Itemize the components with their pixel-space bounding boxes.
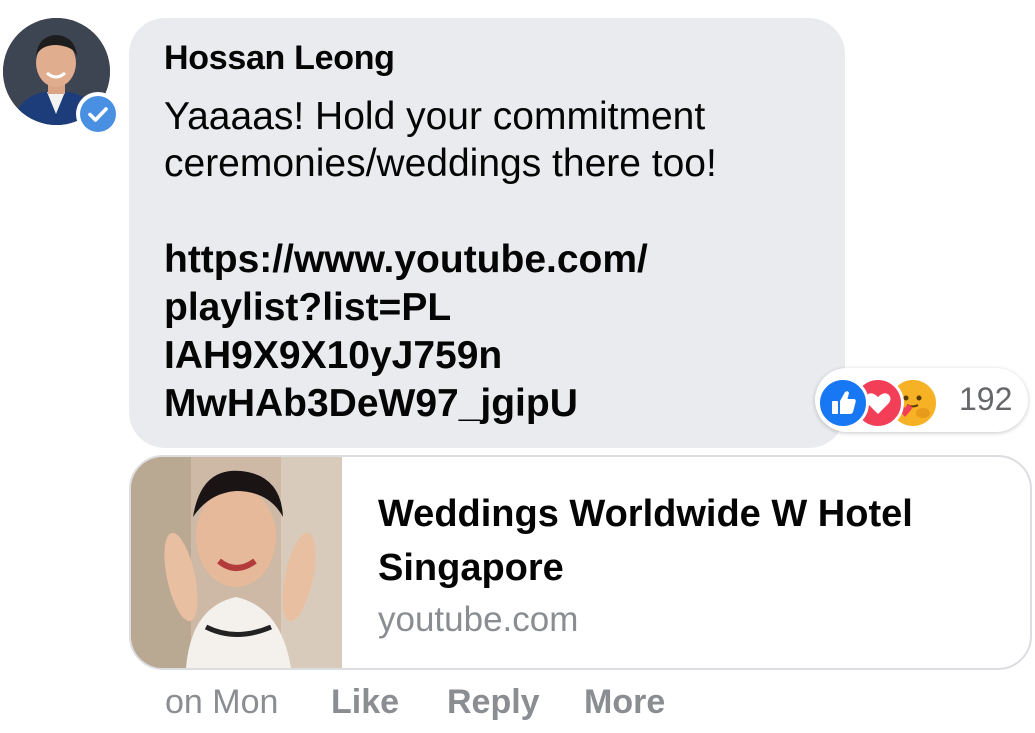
- reply-button[interactable]: Reply: [447, 683, 540, 722]
- link-thumbnail: [131, 457, 342, 668]
- comment-timestamp[interactable]: on Mon: [165, 683, 278, 722]
- link-preview-card[interactable]: Weddings Worldwide W Hotel Singapore you…: [129, 455, 1032, 670]
- verified-badge-icon: [76, 92, 120, 136]
- link-title[interactable]: Weddings Worldwide W Hotel Singapore: [378, 487, 998, 595]
- reactions-summary[interactable]: 192: [815, 368, 1028, 432]
- comment-link[interactable]: https://www.youtube.com/ playlist?list=P…: [164, 236, 824, 428]
- reaction-count: 192: [959, 381, 1013, 417]
- comment-author-name[interactable]: Hossan Leong: [164, 39, 395, 78]
- like-button[interactable]: Like: [331, 683, 399, 722]
- like-icon: [817, 377, 869, 429]
- more-button[interactable]: More: [584, 683, 665, 722]
- comment-text: Yaaaas! Hold your commitment ceremonies/…: [164, 95, 717, 185]
- link-domain: youtube.com: [378, 600, 579, 639]
